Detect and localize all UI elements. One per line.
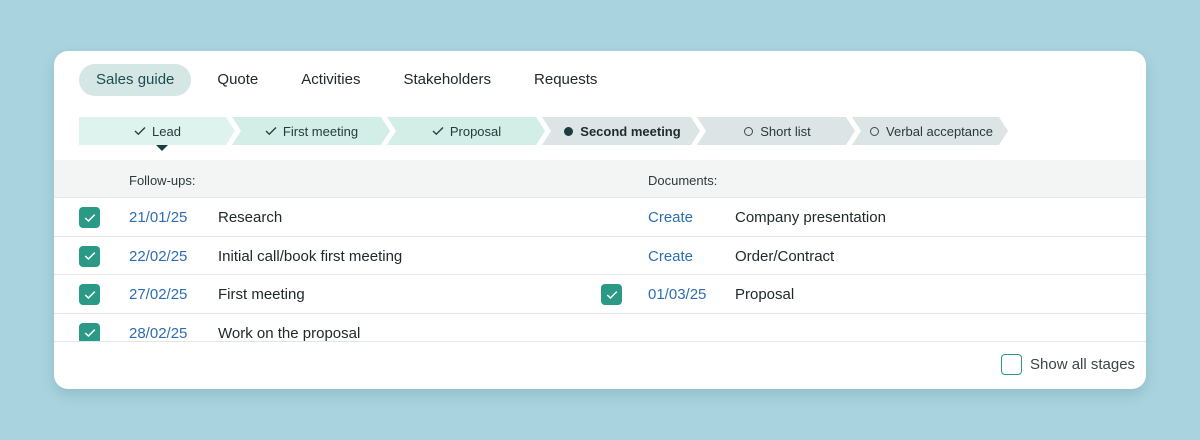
filled-dot-icon bbox=[561, 124, 575, 138]
show-all-stages-checkbox[interactable] bbox=[1001, 353, 1022, 375]
check-icon bbox=[133, 124, 147, 138]
document-name: Company presentation bbox=[735, 209, 886, 226]
stage-label: Short list bbox=[760, 123, 811, 139]
tab-activities[interactable]: Activities bbox=[284, 64, 377, 96]
table-row: 21/01/25 Research Create Company present… bbox=[54, 198, 1146, 237]
followup-date[interactable]: 22/02/25 bbox=[129, 248, 187, 265]
check-icon bbox=[431, 124, 445, 138]
stage-first-meeting[interactable]: First meeting bbox=[232, 117, 390, 145]
documents-header: Documents: bbox=[648, 173, 718, 188]
followup-text: First meeting bbox=[218, 286, 305, 303]
document-checkbox[interactable] bbox=[601, 284, 622, 305]
stage-label: First meeting bbox=[282, 123, 359, 139]
table-row: 27/02/25 First meeting 01/03/25 Proposal bbox=[54, 275, 1146, 314]
check-icon bbox=[84, 213, 95, 222]
section-header-row: Follow-ups: Documents: bbox=[54, 160, 1146, 198]
sales-guide-card: Sales guide Quote Activities Stakeholder… bbox=[54, 51, 1146, 389]
check-icon bbox=[84, 329, 95, 338]
followup-text: Initial call/book first meeting bbox=[218, 247, 403, 265]
empty-circle-icon bbox=[867, 124, 881, 138]
show-all-stages-toggle[interactable]: Show all stages bbox=[1001, 353, 1135, 375]
stage-label: Lead bbox=[152, 123, 181, 139]
show-all-stages-label: Show all stages bbox=[1030, 355, 1136, 373]
document-create-link[interactable]: Create bbox=[648, 209, 693, 226]
table-row: 22/02/25 Initial call/book first meeting… bbox=[54, 237, 1146, 275]
empty-circle-icon bbox=[741, 124, 755, 138]
stage-label: Second meeting bbox=[580, 123, 681, 139]
followup-date[interactable]: 28/02/25 bbox=[129, 325, 187, 342]
check-icon bbox=[264, 124, 278, 138]
current-stage-pointer-icon bbox=[156, 145, 168, 151]
check-icon bbox=[606, 290, 617, 299]
followup-checkbox[interactable] bbox=[79, 245, 100, 267]
stage-label: Verbal acceptance bbox=[886, 123, 993, 139]
stage-label: Proposal bbox=[449, 123, 502, 139]
tab-bar: Sales guide Quote Activities Stakeholder… bbox=[79, 64, 623, 96]
followups-header: Follow-ups: bbox=[129, 173, 196, 188]
tab-sales-guide[interactable]: Sales guide bbox=[79, 64, 192, 96]
check-icon bbox=[84, 290, 95, 299]
divider bbox=[54, 341, 1146, 342]
followup-date[interactable]: 27/02/25 bbox=[129, 286, 187, 303]
document-create-link[interactable]: Create bbox=[648, 248, 693, 265]
document-name: Proposal bbox=[735, 286, 795, 303]
followup-checkbox[interactable] bbox=[79, 284, 100, 305]
stage-verbal-acceptance[interactable]: Verbal acceptance bbox=[852, 117, 1008, 145]
tab-quote[interactable]: Quote bbox=[200, 64, 275, 96]
followup-date[interactable]: 21/01/25 bbox=[129, 209, 187, 226]
stage-second-meeting[interactable]: Second meeting bbox=[542, 117, 700, 145]
followup-checkbox[interactable] bbox=[79, 322, 100, 341]
tab-requests[interactable]: Requests bbox=[517, 64, 614, 96]
task-list: 21/01/25 Research Create Company present… bbox=[54, 198, 1146, 341]
stage-short-list[interactable]: Short list bbox=[697, 117, 855, 145]
followup-text: Work on the proposal bbox=[218, 324, 361, 342]
table-row: 28/02/25 Work on the proposal bbox=[54, 314, 1146, 342]
stage-proposal[interactable]: Proposal bbox=[387, 117, 545, 145]
document-date[interactable]: 01/03/25 bbox=[648, 286, 706, 303]
document-name: Order/Contract bbox=[735, 247, 835, 265]
followup-text: Research bbox=[218, 209, 283, 226]
stage-lead[interactable]: Lead bbox=[79, 117, 235, 145]
check-icon bbox=[84, 252, 95, 261]
followup-checkbox[interactable] bbox=[79, 207, 100, 228]
tab-stakeholders[interactable]: Stakeholders bbox=[386, 64, 508, 96]
